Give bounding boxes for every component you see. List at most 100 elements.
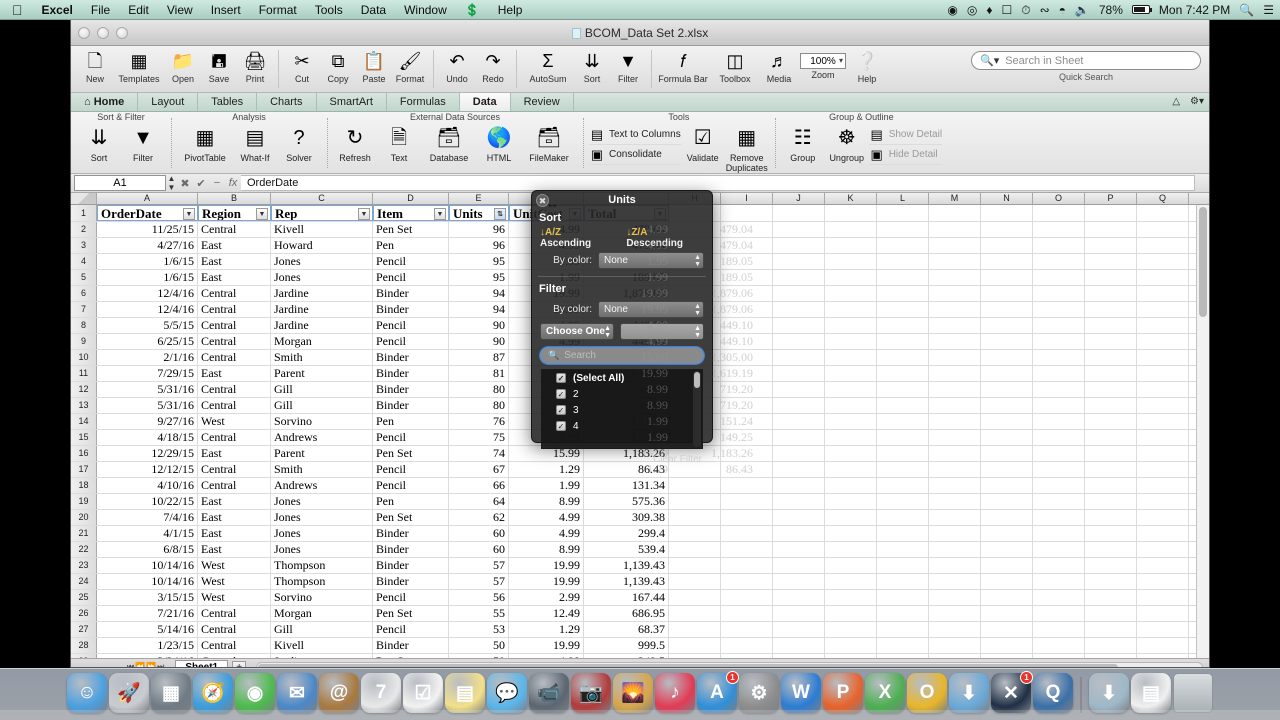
empty-cell[interactable]: [721, 462, 773, 477]
cell-rep[interactable]: Parent: [271, 446, 373, 461]
cell-item[interactable]: Pencil: [373, 334, 449, 349]
empty-cell[interactable]: [773, 510, 825, 525]
empty-cell[interactable]: [825, 430, 877, 445]
cell-units[interactable]: 94: [449, 302, 509, 317]
row-header-24[interactable]: 24: [71, 574, 97, 589]
row-header-6[interactable]: 6: [71, 286, 97, 301]
empty-cell[interactable]: [1085, 350, 1137, 365]
toolbar-autosum-button[interactable]: Σ AutoSum: [522, 48, 574, 84]
cell-rep[interactable]: Gill: [271, 622, 373, 637]
empty-cell[interactable]: [773, 478, 825, 493]
dropbox-icon[interactable]: ♦: [986, 0, 992, 20]
empty-cell[interactable]: [669, 510, 721, 525]
empty-cell[interactable]: [1137, 654, 1189, 658]
filter-search-input[interactable]: 🔍 Search: [540, 347, 704, 364]
empty-cell[interactable]: [1137, 414, 1189, 429]
empty-cell[interactable]: [1137, 350, 1189, 365]
empty-cell[interactable]: [981, 414, 1033, 429]
checkbox-icon[interactable]: ✓: [556, 373, 566, 383]
column-header-E[interactable]: E: [449, 193, 509, 204]
apple-menu-icon[interactable]: : [0, 0, 33, 20]
empty-cell[interactable]: [721, 302, 773, 317]
cell-rep[interactable]: Sorvino: [271, 590, 373, 605]
cell-orderdate[interactable]: 10/22/15: [97, 494, 198, 509]
empty-cell[interactable]: [773, 590, 825, 605]
empty-cell[interactable]: [877, 302, 929, 317]
empty-cell[interactable]: [825, 574, 877, 589]
empty-cell[interactable]: [1137, 478, 1189, 493]
menu-file[interactable]: File: [82, 0, 119, 20]
checkbox-icon[interactable]: ✓: [556, 389, 566, 399]
empty-cell[interactable]: [981, 334, 1033, 349]
empty-cell[interactable]: [825, 462, 877, 477]
empty-cell[interactable]: [1033, 350, 1085, 365]
table-row[interactable]: 22 6/8/15 East Jones Binder 60 8.99 539.4: [71, 542, 1209, 558]
cell-total[interactable]: 686.95: [584, 606, 669, 621]
checkbox-icon[interactable]: ✓: [556, 405, 566, 415]
itunes-icon[interactable]: ♪: [655, 673, 695, 713]
cell-units[interactable]: 95: [449, 270, 509, 285]
cell-item[interactable]: Pencil: [373, 478, 449, 493]
cell-item[interactable]: Binder: [373, 286, 449, 301]
reminders-icon[interactable]: ☑: [403, 673, 443, 713]
row-header-25[interactable]: 25: [71, 590, 97, 605]
cell-unitcost[interactable]: 8.99: [509, 542, 584, 557]
menu-clock[interactable]: Mon 7:42 PM: [1159, 3, 1230, 17]
cell-orderdate[interactable]: 1/23/15: [97, 638, 198, 653]
toolbar-help-button[interactable]: ❔ Help: [849, 48, 885, 84]
cell-rep[interactable]: Morgan: [271, 606, 373, 621]
empty-cell[interactable]: [721, 254, 773, 269]
empty-cell[interactable]: [773, 318, 825, 333]
record-icon[interactable]: ◉: [947, 0, 957, 20]
empty-cell[interactable]: [929, 350, 981, 365]
mail-icon[interactable]: ✉: [277, 673, 317, 713]
empty-cell[interactable]: [669, 558, 721, 573]
cell-item[interactable]: Pen Set: [373, 446, 449, 461]
cell-item[interactable]: Pencil: [373, 318, 449, 333]
empty-cell[interactable]: [825, 606, 877, 621]
cell-orderdate[interactable]: 5/31/16: [97, 398, 198, 413]
empty-cell[interactable]: [981, 590, 1033, 605]
empty-cell[interactable]: [669, 590, 721, 605]
toolbar-paste-button[interactable]: 📋 Paste: [356, 48, 392, 84]
cell-orderdate[interactable]: 12/29/15: [97, 446, 198, 461]
empty-cell[interactable]: [929, 222, 981, 237]
cell-region[interactable]: East: [198, 270, 271, 285]
cell-rep[interactable]: Gill: [271, 382, 373, 397]
fx-icon[interactable]: fx: [225, 177, 241, 189]
empty-cell[interactable]: [929, 446, 981, 461]
empty-cell[interactable]: [877, 478, 929, 493]
empty-cell[interactable]: [1085, 622, 1137, 637]
empty-cell[interactable]: [721, 238, 773, 253]
empty-cell[interactable]: [929, 414, 981, 429]
empty-cell[interactable]: [1033, 654, 1085, 658]
empty-cell[interactable]: [1085, 654, 1137, 658]
empty-cell[interactable]: [825, 398, 877, 413]
cell-total[interactable]: 999.5: [584, 638, 669, 653]
empty-cell[interactable]: [929, 526, 981, 541]
word-icon[interactable]: W: [781, 673, 821, 713]
cancel-x-icon[interactable]: ✖: [177, 177, 193, 190]
empty-cell[interactable]: [877, 542, 929, 557]
cell-units[interactable]: 50: [449, 654, 509, 658]
cell-region[interactable]: Central: [198, 638, 271, 653]
ribbon-filter-button[interactable]: ▼ Filter: [121, 123, 165, 163]
cell-orderdate[interactable]: 7/29/15: [97, 366, 198, 381]
empty-cell[interactable]: [929, 494, 981, 509]
empty-cell[interactable]: [773, 350, 825, 365]
calendar-icon[interactable]: 7: [361, 673, 401, 713]
empty-cell[interactable]: [721, 350, 773, 365]
empty-cell[interactable]: [981, 430, 1033, 445]
tab-smartart[interactable]: SmartArt: [317, 93, 387, 111]
filter-value-list[interactable]: ✓ (Select All) ✓ 2 ✓ 3 ✓ 4: [541, 369, 703, 449]
empty-cell[interactable]: [1033, 366, 1085, 381]
empty-cell[interactable]: [981, 494, 1033, 509]
empty-cell[interactable]: [825, 558, 877, 573]
ribbon-ungroup-button[interactable]: ☸ Ungroup: [825, 123, 869, 163]
empty-cell[interactable]: [721, 318, 773, 333]
empty-cell[interactable]: [981, 622, 1033, 637]
empty-cell[interactable]: [981, 254, 1033, 269]
name-box[interactable]: A1: [74, 175, 166, 191]
timemachine-icon[interactable]: ⏱: [1021, 0, 1030, 20]
empty-cell[interactable]: [1085, 366, 1137, 381]
